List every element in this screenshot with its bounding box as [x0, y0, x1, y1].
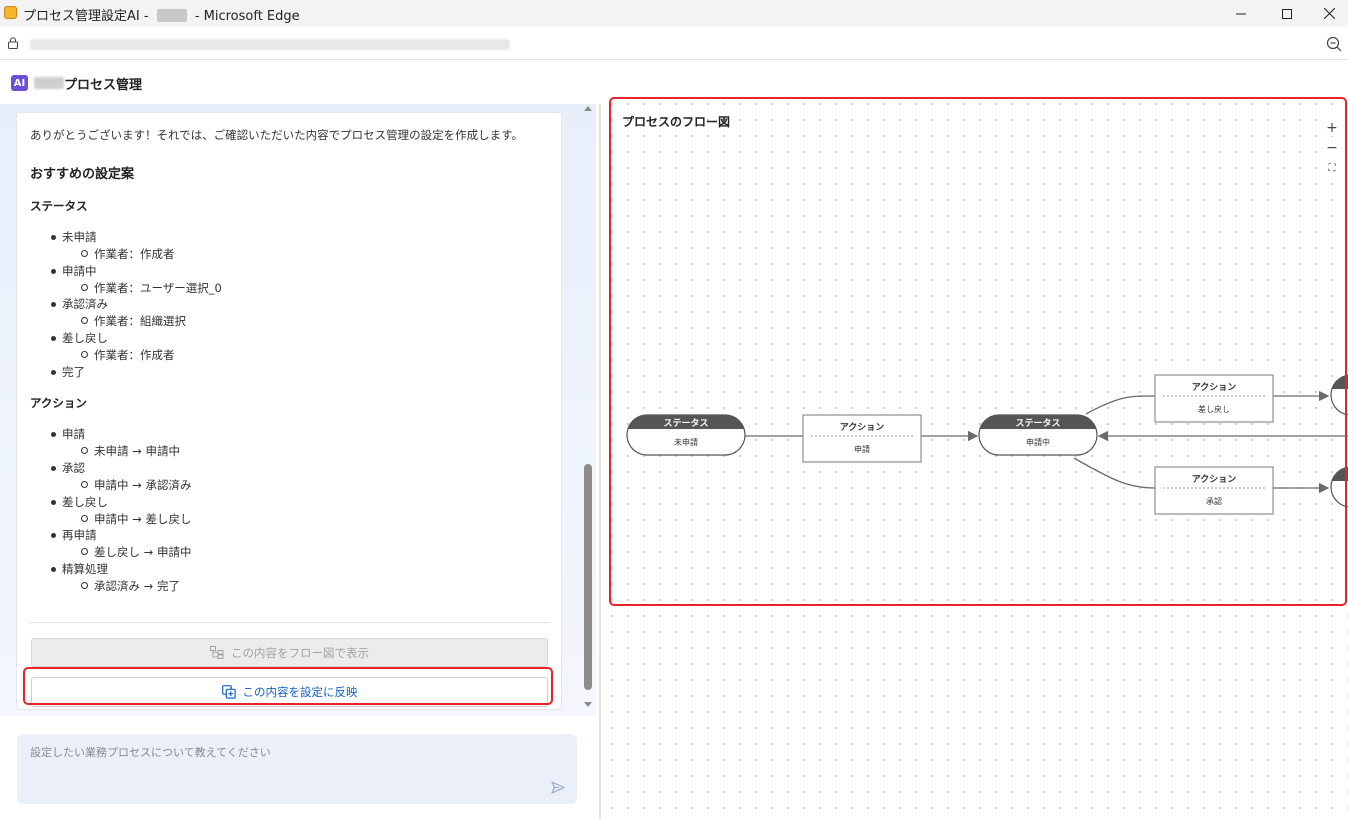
ai-logo-icon: AI [11, 75, 28, 91]
status-node-label: 申請中 [1026, 437, 1050, 447]
recommendation-heading: おすすめの設定案 [30, 167, 135, 182]
status-item: 承認済み [51, 297, 108, 311]
action-item: 申請 [51, 427, 85, 441]
flow-diagram-panel[interactable]: プロセスのフロー図 + − ⛶ ステータス 未申請 アクション 申請 ステータス… [604, 96, 1348, 819]
close-icon [1323, 8, 1335, 19]
lock-icon [8, 37, 18, 49]
window-title: プロセス管理設定AI - - Microsoft Edge [23, 5, 300, 24]
flowchart-icon [210, 646, 224, 659]
action-transition: 承認済み → 完了 [81, 579, 180, 593]
flow-edge [1073, 457, 1156, 489]
panel-divider[interactable] [599, 104, 601, 819]
assistant-message: ありがとうございます！それでは、ご確認いただいた内容でプロセス管理の設定を作成し… [30, 128, 523, 142]
action-node-apply[interactable]: アクション 申請 [802, 414, 922, 463]
page-title: プロセス管理 [64, 78, 143, 93]
window-title-prefix: プロセス管理設定AI - [23, 9, 153, 24]
redacted-app-name [34, 77, 64, 89]
url-redacted[interactable] [30, 39, 510, 50]
action-item: 再申請 [51, 528, 97, 542]
divider [30, 622, 550, 623]
app-icon [4, 6, 17, 19]
browser-titlebar: プロセス管理設定AI - - Microsoft Edge [0, 0, 1348, 27]
status-item: 差し戻し [51, 331, 108, 345]
action-transition: 未申請 → 申請中 [81, 444, 180, 458]
status-item: 未申請 [51, 230, 97, 244]
action-node-header: アクション [1192, 382, 1237, 393]
action-node-header: アクション [1192, 474, 1237, 485]
status-worker: 作業者：組織選択 [81, 314, 186, 328]
send-icon[interactable] [551, 781, 565, 794]
status-node-applying[interactable]: ステータス 申請中 [978, 414, 1098, 456]
flow-canvas: ステータス 未申請 アクション 申請 ステータス 申請中 アクション 差し戻し [626, 374, 1348, 515]
zoom-out-icon[interactable] [1326, 36, 1342, 52]
status-heading: ステータス [30, 199, 88, 213]
scroll-up-icon[interactable] [584, 106, 592, 111]
action-item: 精算処理 [51, 562, 108, 576]
status-node-header: ステータス [1015, 417, 1060, 429]
show-flow-label: この内容をフロー図で表示 [231, 645, 369, 660]
action-node-label: 差し戻し [1198, 404, 1230, 414]
flow-edge [1085, 395, 1156, 415]
action-node-approve[interactable]: アクション 承認 [1154, 466, 1274, 515]
maximize-button[interactable] [1264, 0, 1310, 27]
apply-settings-label: この内容を設定に反映 [242, 685, 358, 699]
chat-input-placeholder: 設定したい業務プロセスについて教えてください [30, 746, 271, 759]
action-item: 差し戻し [51, 495, 108, 509]
status-worker: 作業者：ユーザー選択_0 [81, 281, 222, 295]
status-node-unapplied[interactable]: ステータス 未申請 [626, 414, 746, 456]
action-transition: 差し戻し → 申請中 [80, 545, 192, 559]
close-button[interactable] [1306, 0, 1348, 27]
chat-scrollbar[interactable] [580, 104, 596, 716]
chat-panel: ありがとうございます！それでは、ご確認いただいた内容でプロセス管理の設定を作成し… [0, 104, 596, 819]
window-title-suffix: - Microsoft Edge [190, 9, 300, 24]
action-node-sendback[interactable]: アクション 差し戻し [1154, 374, 1274, 423]
action-item: 承認 [51, 461, 85, 475]
status-node-partial[interactable] [1330, 374, 1348, 416]
minimize-icon [1236, 13, 1246, 14]
action-node-label: 承認 [1206, 496, 1222, 506]
status-node-partial[interactable] [1330, 466, 1348, 508]
action-heading: アクション [30, 396, 87, 410]
maximize-icon [1282, 8, 1292, 19]
status-item: 完了 [51, 365, 85, 379]
status-worker: 作業者：作成者 [81, 247, 175, 261]
scroll-down-icon[interactable] [584, 702, 592, 707]
minimize-button[interactable] [1218, 0, 1264, 27]
assistant-message-card: ありがとうございます！それでは、ご確認いただいた内容でプロセス管理の設定を作成し… [16, 112, 562, 710]
status-node-header: ステータス [663, 417, 708, 429]
action-transition: 申請中 → 承認済み [80, 478, 192, 492]
status-item: 申請中 [51, 264, 97, 278]
apply-settings-button[interactable]: この内容を設定に反映 [31, 677, 548, 707]
scrollbar-thumb[interactable] [584, 464, 592, 690]
redacted-text [156, 9, 187, 22]
action-node-label: 申請 [854, 444, 870, 454]
action-node-header: アクション [840, 422, 885, 433]
copy-add-icon [221, 685, 236, 699]
action-transition: 申請中 → 差し戻し [80, 512, 192, 526]
status-node-label: 未申請 [674, 437, 698, 447]
status-worker: 作業者：作成者 [81, 348, 175, 362]
show-flow-button[interactable]: この内容をフロー図で表示 [31, 638, 548, 667]
address-bar[interactable] [0, 27, 1348, 60]
chat-input[interactable]: 設定したい業務プロセスについて教えてください [17, 734, 577, 804]
